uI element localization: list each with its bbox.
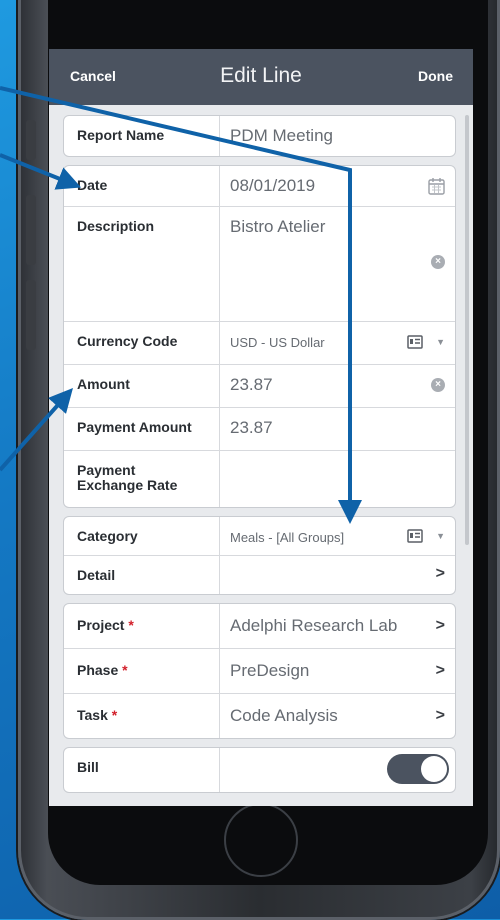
payment-exchange-rate-field[interactable] xyxy=(220,451,455,507)
category-row[interactable]: Category Meals - [All Groups] ▼ xyxy=(64,517,455,555)
phase-row[interactable]: Phase * PreDesign > xyxy=(64,648,455,693)
payment-exchange-rate-label: Payment Exchange Rate xyxy=(64,451,220,507)
billable-card: Bill xyxy=(63,747,456,793)
chevron-right-icon[interactable]: > xyxy=(436,565,445,583)
project-card: Project * Adelphi Research Lab > Phase *… xyxy=(63,603,456,739)
detail-field[interactable] xyxy=(220,556,455,594)
payment-amount-row[interactable]: Payment Amount 23.87 xyxy=(64,407,455,450)
amount-row[interactable]: Amount 23.87 × xyxy=(64,364,455,407)
clear-icon[interactable]: × xyxy=(431,255,445,269)
description-label: Description xyxy=(64,207,220,321)
required-asterisk: * xyxy=(111,707,118,723)
billable-toggle[interactable] xyxy=(387,754,449,784)
scrollbar[interactable] xyxy=(465,115,469,545)
description-row[interactable]: Description Bistro Atelier × xyxy=(64,206,455,321)
required-asterisk: * xyxy=(122,662,128,678)
form-content: Report Name PDM Meeting Date 08/01/2019 xyxy=(63,115,456,801)
navigation-bar: Cancel Edit Line Done xyxy=(49,49,473,105)
amount-label: Amount xyxy=(64,365,220,407)
currency-code-row[interactable]: Currency Code USD - US Dollar ▼ xyxy=(64,321,455,364)
page-title: Edit Line xyxy=(220,64,302,87)
phase-label: Phase * xyxy=(64,649,220,693)
payment-amount-field[interactable]: 23.87 xyxy=(220,408,455,450)
calendar-icon[interactable] xyxy=(428,177,445,195)
toggle-knob xyxy=(421,756,447,782)
report-name-row[interactable]: Report Name PDM Meeting xyxy=(64,116,455,156)
app-screen: Cancel Edit Line Done Report Name PDM Me… xyxy=(49,49,473,806)
currency-code-label: Currency Code xyxy=(64,322,220,364)
chevron-right-icon[interactable]: > xyxy=(436,662,445,680)
report-name-card: Report Name PDM Meeting xyxy=(63,115,456,157)
required-asterisk: * xyxy=(128,617,134,633)
category-card: Category Meals - [All Groups] ▼ Detail > xyxy=(63,516,456,595)
task-field[interactable]: Code Analysis xyxy=(220,694,455,738)
description-field[interactable]: Bistro Atelier xyxy=(220,207,455,321)
detail-row[interactable]: Detail > xyxy=(64,555,455,594)
detail-label: Detail xyxy=(64,556,220,594)
contact-card-icon[interactable] xyxy=(407,529,423,543)
contact-card-icon[interactable] xyxy=(407,335,423,349)
payment-amount-label: Payment Amount xyxy=(64,408,220,450)
task-label: Task * xyxy=(64,694,220,738)
task-row[interactable]: Task * Code Analysis > xyxy=(64,693,455,738)
date-field[interactable]: 08/01/2019 xyxy=(220,166,455,206)
clear-icon[interactable]: × xyxy=(431,378,445,392)
volume-down-button xyxy=(26,280,36,350)
category-label: Category xyxy=(64,517,220,555)
project-field[interactable]: Adelphi Research Lab xyxy=(220,604,455,648)
date-label: Date xyxy=(64,166,220,206)
chevron-right-icon[interactable]: > xyxy=(436,617,445,635)
amount-field[interactable]: 23.87 xyxy=(220,365,455,407)
project-label: Project * xyxy=(64,604,220,648)
mute-switch xyxy=(26,120,36,160)
phase-field[interactable]: PreDesign xyxy=(220,649,455,693)
payment-exchange-rate-row[interactable]: Payment Exchange Rate xyxy=(64,450,455,507)
chevron-right-icon[interactable]: > xyxy=(436,707,445,725)
project-row[interactable]: Project * Adelphi Research Lab > xyxy=(64,604,455,648)
home-button[interactable] xyxy=(224,803,298,877)
report-name-value[interactable]: PDM Meeting xyxy=(220,116,455,156)
volume-up-button xyxy=(26,195,36,265)
expense-details-card: Date 08/01/2019 Description Bistro Ateli… xyxy=(63,165,456,508)
caret-down-icon[interactable]: ▼ xyxy=(436,531,445,541)
date-row[interactable]: Date 08/01/2019 xyxy=(64,166,455,206)
caret-down-icon[interactable]: ▼ xyxy=(436,337,445,347)
done-button[interactable]: Done xyxy=(418,68,453,84)
billable-label: Bill xyxy=(64,748,220,792)
report-name-label: Report Name xyxy=(64,116,220,156)
billable-row[interactable]: Bill xyxy=(64,748,455,792)
